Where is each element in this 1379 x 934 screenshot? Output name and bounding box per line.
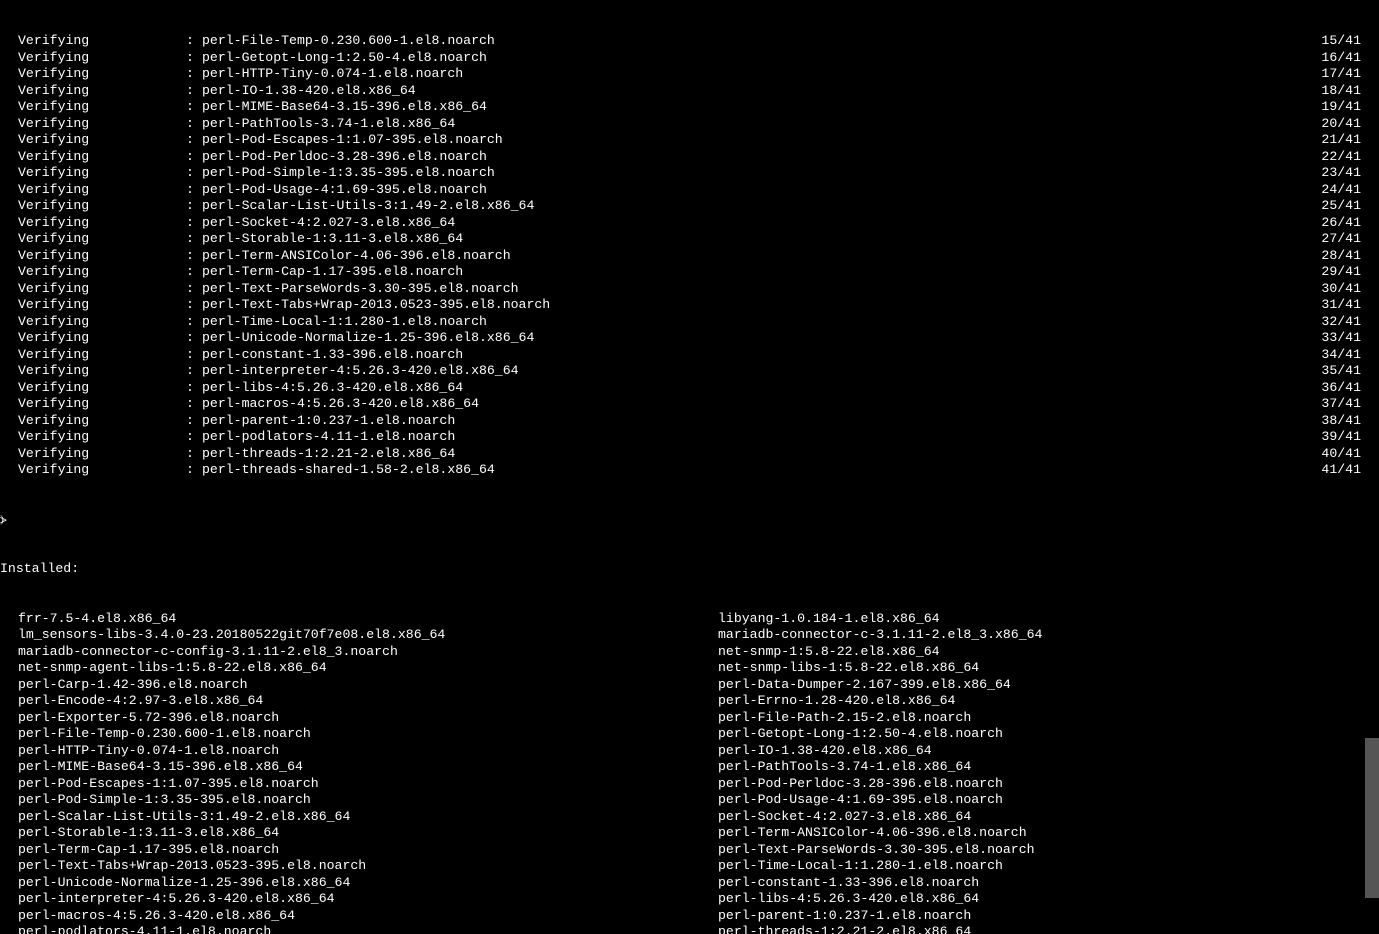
installed-item: mariadb-connector-c-3.1.11-2.el8_3.x86_6… xyxy=(718,627,1379,644)
verify-row: Verifying:perl-macros-4:5.26.3-420.el8.x… xyxy=(0,396,1379,413)
verify-row: Verifying:perl-threads-shared-1.58-2.el8… xyxy=(0,462,1379,479)
installed-item: perl-Pod-Usage-4:1.69-395.el8.noarch xyxy=(718,792,1379,809)
verify-row: Verifying:perl-File-Temp-0.230.600-1.el8… xyxy=(0,33,1379,50)
verify-row: Verifying:perl-Socket-4:2.027-3.el8.x86_… xyxy=(0,215,1379,232)
installed-item: perl-macros-4:5.26.3-420.el8.x86_64 xyxy=(18,908,718,925)
verify-row: Verifying:perl-parent-1:0.237-1.el8.noar… xyxy=(0,413,1379,430)
installed-header: Installed: xyxy=(0,561,1379,578)
verify-row: Verifying:perl-Pod-Simple-1:3.35-395.el8… xyxy=(0,165,1379,182)
installed-item: perl-Exporter-5.72-396.el8.noarch xyxy=(18,710,718,727)
verify-row: Verifying:perl-interpreter-4:5.26.3-420.… xyxy=(0,363,1379,380)
marker-glyph: ⦔ xyxy=(0,512,1379,529)
verify-row: Verifying:perl-MIME-Base64-3.15-396.el8.… xyxy=(0,99,1379,116)
verify-row: Verifying:perl-Unicode-Normalize-1.25-39… xyxy=(0,330,1379,347)
installed-item: mariadb-connector-c-config-3.1.11-2.el8_… xyxy=(18,644,718,661)
installed-item: perl-Data-Dumper-2.167-399.el8.x86_64 xyxy=(718,677,1379,694)
installed-item: perl-MIME-Base64-3.15-396.el8.x86_64 xyxy=(18,759,718,776)
installed-item: perl-Carp-1.42-396.el8.noarch xyxy=(18,677,718,694)
installed-list: frr-7.5-4.el8.x86_64libyang-1.0.184-1.el… xyxy=(0,611,1379,934)
installed-item: perl-Unicode-Normalize-1.25-396.el8.x86_… xyxy=(18,875,718,892)
installed-item: perl-Scalar-List-Utils-3:1.49-2.el8.x86_… xyxy=(18,809,718,826)
installed-item: perl-PathTools-3.74-1.el8.x86_64 xyxy=(718,759,1379,776)
installed-item: perl-Text-ParseWords-3.30-395.el8.noarch xyxy=(718,842,1379,859)
installed-item: perl-Term-Cap-1.17-395.el8.noarch xyxy=(18,842,718,859)
installed-item: net-snmp-libs-1:5.8-22.el8.x86_64 xyxy=(718,660,1379,677)
installed-item: perl-IO-1.38-420.el8.x86_64 xyxy=(718,743,1379,760)
verify-row: Verifying:perl-Time-Local-1:1.280-1.el8.… xyxy=(0,314,1379,331)
verify-row: Verifying:perl-Pod-Escapes-1:1.07-395.el… xyxy=(0,132,1379,149)
installed-item: perl-constant-1.33-396.el8.noarch xyxy=(718,875,1379,892)
installed-item: perl-Getopt-Long-1:2.50-4.el8.noarch xyxy=(718,726,1379,743)
verify-row: Verifying:perl-libs-4:5.26.3-420.el8.x86… xyxy=(0,380,1379,397)
verify-row: Verifying:perl-IO-1.38-420.el8.x86_6418/… xyxy=(0,83,1379,100)
verify-row: Verifying:perl-podlators-4.11-1.el8.noar… xyxy=(0,429,1379,446)
terminal-output[interactable]: Verifying:perl-File-Temp-0.230.600-1.el8… xyxy=(0,0,1379,934)
verify-row: Verifying:perl-Text-ParseWords-3.30-395.… xyxy=(0,281,1379,298)
installed-item: libyang-1.0.184-1.el8.x86_64 xyxy=(718,611,1379,628)
verify-row: Verifying:perl-constant-1.33-396.el8.noa… xyxy=(0,347,1379,364)
verify-row: Verifying:perl-Term-Cap-1.17-395.el8.noa… xyxy=(0,264,1379,281)
installed-item: perl-Pod-Perldoc-3.28-396.el8.noarch xyxy=(718,776,1379,793)
installed-item: net-snmp-1:5.8-22.el8.x86_64 xyxy=(718,644,1379,661)
verify-row: Verifying:perl-Term-ANSIColor-4.06-396.e… xyxy=(0,248,1379,265)
verify-row: Verifying:perl-Pod-Usage-4:1.69-395.el8.… xyxy=(0,182,1379,199)
installed-item: lm_sensors-libs-3.4.0-23.20180522git70f7… xyxy=(18,627,718,644)
verify-row: Verifying:perl-PathTools-3.74-1.el8.x86_… xyxy=(0,116,1379,133)
installed-item: perl-threads-1:2.21-2.el8.x86_64 xyxy=(718,924,1379,934)
verify-row: Verifying:perl-Storable-1:3.11-3.el8.x86… xyxy=(0,231,1379,248)
installed-item: perl-Pod-Simple-1:3.35-395.el8.noarch xyxy=(18,792,718,809)
verify-row: Verifying:perl-Pod-Perldoc-3.28-396.el8.… xyxy=(0,149,1379,166)
installed-item: perl-Text-Tabs+Wrap-2013.0523-395.el8.no… xyxy=(18,858,718,875)
installed-item: perl-Encode-4:2.97-3.el8.x86_64 xyxy=(18,693,718,710)
installed-item: net-snmp-agent-libs-1:5.8-22.el8.x86_64 xyxy=(18,660,718,677)
verify-row: Verifying:perl-HTTP-Tiny-0.074-1.el8.noa… xyxy=(0,66,1379,83)
installed-item: perl-parent-1:0.237-1.el8.noarch xyxy=(718,908,1379,925)
installed-item: perl-File-Path-2.15-2.el8.noarch xyxy=(718,710,1379,727)
installed-item: perl-Time-Local-1:1.280-1.el8.noarch xyxy=(718,858,1379,875)
installed-item: perl-Storable-1:3.11-3.el8.x86_64 xyxy=(18,825,718,842)
installed-item: perl-Socket-4:2.027-3.el8.x86_64 xyxy=(718,809,1379,826)
installed-item: perl-File-Temp-0.230.600-1.el8.noarch xyxy=(18,726,718,743)
verify-row: Verifying:perl-Text-Tabs+Wrap-2013.0523-… xyxy=(0,297,1379,314)
installed-item: perl-HTTP-Tiny-0.074-1.el8.noarch xyxy=(18,743,718,760)
installed-item: perl-interpreter-4:5.26.3-420.el8.x86_64 xyxy=(18,891,718,908)
installed-item: perl-Term-ANSIColor-4.06-396.el8.noarch xyxy=(718,825,1379,842)
verify-row: Verifying:perl-Getopt-Long-1:2.50-4.el8.… xyxy=(0,50,1379,67)
installed-item: perl-podlators-4.11-1.el8.noarch xyxy=(18,924,718,934)
installed-item: perl-libs-4:5.26.3-420.el8.x86_64 xyxy=(718,891,1379,908)
installed-item: perl-Pod-Escapes-1:1.07-395.el8.noarch xyxy=(18,776,718,793)
installed-item: frr-7.5-4.el8.x86_64 xyxy=(18,611,718,628)
scrollbar-thumb[interactable] xyxy=(1365,738,1379,898)
verify-row: Verifying:perl-threads-1:2.21-2.el8.x86_… xyxy=(0,446,1379,463)
verify-row: Verifying:perl-Scalar-List-Utils-3:1.49-… xyxy=(0,198,1379,215)
installed-item: perl-Errno-1.28-420.el8.x86_64 xyxy=(718,693,1379,710)
